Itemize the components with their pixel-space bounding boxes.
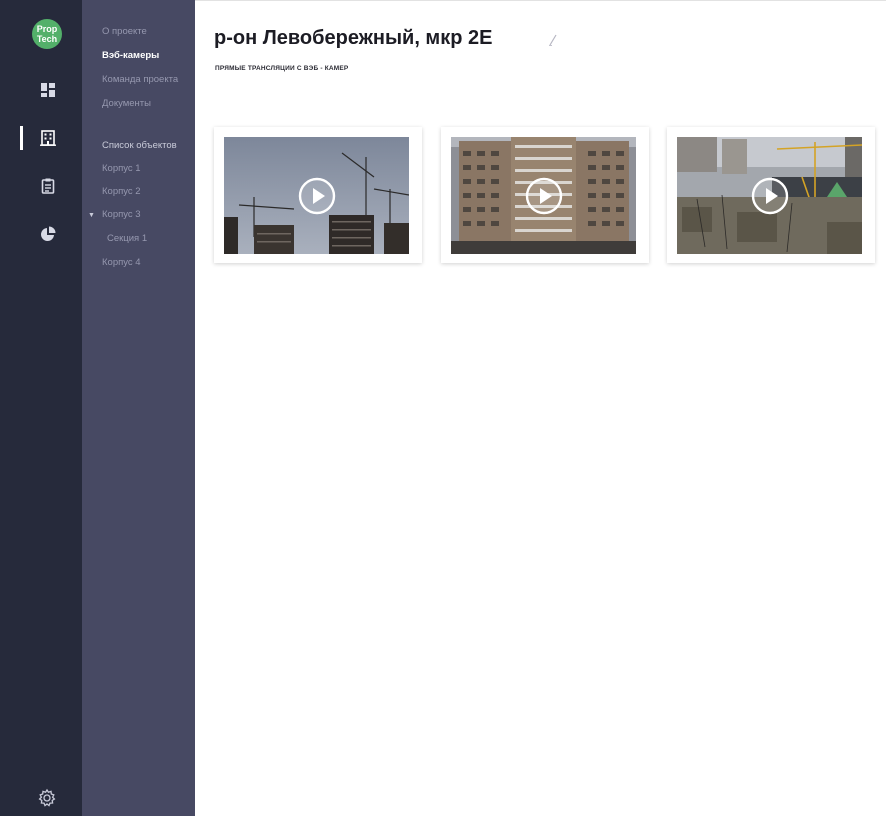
object-building-4[interactable]: Корпус 4 bbox=[102, 257, 141, 268]
rail-objects-button[interactable] bbox=[20, 124, 76, 152]
camera-thumbnail-1 bbox=[224, 137, 409, 254]
rail-tasks-button[interactable] bbox=[20, 172, 76, 200]
pie-chart-icon bbox=[41, 226, 56, 241]
page-title: р-он Левобережный, мкр 2E bbox=[214, 27, 493, 49]
nav-project-team[interactable]: Команда проекта bbox=[102, 74, 178, 85]
object-building-3[interactable]: Корпус 3 bbox=[102, 209, 141, 220]
camera-thumbnail-3 bbox=[677, 137, 862, 254]
camera-card-1[interactable] bbox=[214, 127, 422, 263]
object-building-1[interactable]: Корпус 1 bbox=[102, 163, 141, 174]
dashboard-icon bbox=[41, 83, 55, 97]
building-icon bbox=[40, 130, 56, 146]
play-icon[interactable] bbox=[751, 177, 789, 215]
page-subtitle: ПРЯМЫЕ ТРАНСЛЯЦИИ С ВЭБ - КАМЕР bbox=[215, 65, 349, 72]
logo-line-2: Tech bbox=[36, 34, 58, 44]
rail-analytics-button[interactable] bbox=[20, 220, 76, 248]
proptech-logo[interactable]: Prop Tech bbox=[32, 19, 62, 49]
camera-card-3[interactable] bbox=[667, 127, 875, 263]
edit-pencil-icon[interactable] bbox=[548, 34, 558, 46]
play-icon[interactable] bbox=[298, 177, 336, 215]
clipboard-icon bbox=[41, 178, 55, 194]
nav-about-project[interactable]: О проекте bbox=[102, 26, 147, 37]
settings-button[interactable] bbox=[34, 785, 60, 811]
nav-documents[interactable]: Документы bbox=[102, 98, 151, 109]
objects-list-title[interactable]: Список объектов bbox=[102, 140, 177, 151]
logo-line-1: Prop bbox=[36, 24, 58, 34]
rail-dashboard-button[interactable] bbox=[20, 76, 76, 104]
object-section-1[interactable]: Секция 1 bbox=[107, 233, 147, 244]
icon-rail: Prop Tech bbox=[0, 0, 82, 816]
main-content: р-он Левобережный, мкр 2E ПРЯМЫЕ ТРАНСЛЯ… bbox=[195, 0, 886, 817]
object-building-2[interactable]: Корпус 2 bbox=[102, 186, 141, 197]
project-subnav: О проекте Вэб-камеры Команда проекта Док… bbox=[82, 0, 195, 816]
expand-caret-icon[interactable]: ▼ bbox=[88, 212, 95, 219]
camera-card-2[interactable] bbox=[441, 127, 649, 263]
play-icon[interactable] bbox=[525, 177, 563, 215]
gear-icon bbox=[38, 788, 56, 807]
camera-thumbnail-2 bbox=[451, 137, 636, 254]
nav-webcams[interactable]: Вэб-камеры bbox=[102, 50, 159, 61]
